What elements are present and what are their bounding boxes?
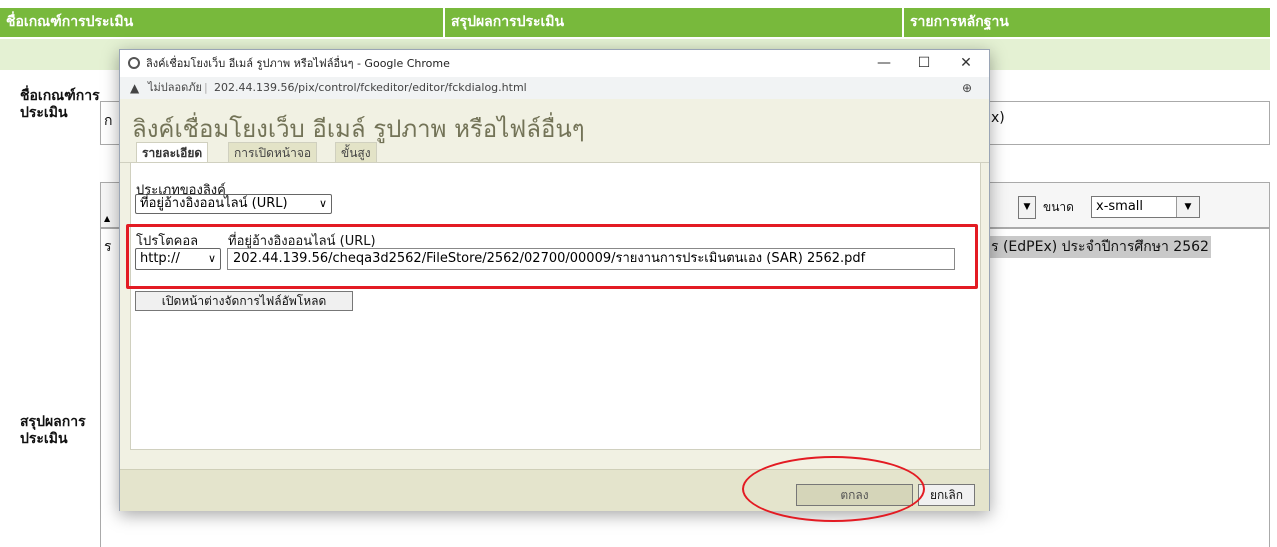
minimize-icon[interactable]: — [864,50,904,77]
criteria-name-label: ชื่อเกณฑ์การประเมิน [20,88,100,121]
link-dialog: ลิงค์เชื่อมโยงเว็บ อีเมล์ รูปภาพ หรือไฟล… [120,99,989,511]
zoom-icon[interactable]: ⊕ [962,77,972,99]
result-summary-label: สรุปผลการประเมิน [20,414,86,447]
link-type-value: ที่อยู่อ้างอิงออนไลน์ (URL) [140,196,288,211]
browse-server-button[interactable]: เปิดหน้าต่างจัดการไฟล์อัพโหลด [135,291,353,311]
link-type-select[interactable]: ที่อยู่อ้างอิงออนไลน์ (URL) ∨ [135,194,332,214]
url-input[interactable]: 202.44.139.56/cheqa3d2562/FileStore/2562… [227,248,955,270]
maximize-icon[interactable]: ☐ [904,50,944,77]
criteria-field-prefix: ก [104,113,113,129]
warning-icon: ▲ [130,81,140,95]
font-size-select[interactable]: x-small ▼ [1091,196,1200,218]
header-col-evidence: รายการหลักฐาน [904,8,1270,37]
url-input-value: 202.44.139.56/cheqa3d2562/FileStore/2562… [233,251,866,266]
dropdown-arrow-icon[interactable]: ▼ [1018,196,1036,219]
popup-window-title: ลิงค์เชื่อมโยงเว็บ อีเมล์ รูปภาพ หรือไฟล… [146,57,450,70]
chrome-icon [128,57,140,69]
protocol-value: http:// [140,251,180,266]
tab-details[interactable]: รายละเอียด [136,142,209,164]
criteria-field-suffix: x) [991,110,1005,126]
security-label[interactable]: ไม่ปลอดภัย [148,77,202,99]
header-col-result: สรุปผลการประเมิน [445,8,902,37]
chrome-popup-window: ลิงค์เชื่อมโยงเว็บ อีเมล์ รูปภาพ หรือไฟล… [119,49,990,511]
ok-button[interactable]: ตกลง [796,484,913,506]
size-label: ขนาด [1043,200,1074,214]
tab-advanced[interactable]: ขั้นสูง [335,142,377,163]
chevron-down-icon: ∨ [207,252,216,265]
chevron-down-icon: ▼ [1176,197,1199,217]
popup-titlebar: ลิงค์เชื่อมโยงเว็บ อีเมล์ รูปภาพ หรือไฟล… [120,50,989,77]
address-separator: | [204,81,208,94]
collapse-toolbar-icon[interactable]: ▲ [104,214,110,223]
close-icon[interactable]: ✕ [946,50,986,77]
cancel-button[interactable]: ยกเลิก [918,484,975,506]
header-col-criteria: ชื่อเกณฑ์การประเมิน [0,8,443,37]
tab-target[interactable]: การเปิดหน้าจอ [228,142,318,163]
address-bar[interactable]: ▲ ไม่ปลอดภัย | 202.44.139.56/pix/control… [120,77,989,99]
font-size-value: x-small [1096,199,1144,214]
protocol-select[interactable]: http:// ∨ [135,248,221,270]
chevron-down-icon: ∨ [318,197,327,210]
body-text-prefix: ร [104,239,112,255]
body-text-highlight: ร (EdPEx) ประจำปีการศึกษา 2562 [989,236,1211,258]
address-url[interactable]: 202.44.139.56/pix/control/fckeditor/edit… [214,77,527,99]
